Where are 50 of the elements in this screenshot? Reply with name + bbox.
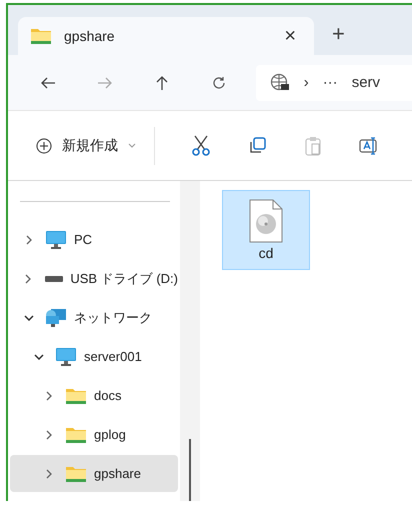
scissors-icon[interactable] [191,134,211,156]
monitor-icon [55,346,77,366]
breadcrumb-separator[interactable]: › [304,74,309,91]
copy-icon[interactable] [248,136,266,154]
plus-circle-icon [36,138,52,154]
folder-icon [30,27,52,45]
tree-item-label: gplog [94,427,126,442]
tree-item[interactable]: gplog [10,416,178,453]
tree-item[interactable]: USB ドライブ (D:) [10,260,178,297]
rename-icon[interactable] [359,136,379,156]
folder-icon [65,426,87,444]
tree-item-label: PC [74,232,92,247]
tree-item-label: ネットワーク [74,308,152,326]
tree-item[interactable]: ネットワーク [10,299,178,336]
tree-item[interactable]: gpshare [10,455,178,492]
tree-item-label: USB ドライブ (D:) [70,270,178,288]
globe-icon [270,72,290,92]
new-tab-button[interactable]: + [328,21,349,47]
monitor-icon [45,230,67,250]
tree-item-label: gpshare [94,466,141,481]
chevron-right-icon[interactable] [46,390,52,400]
chevron-down-icon[interactable] [34,354,44,360]
chevron-right-icon[interactable] [26,234,32,244]
up-arrow-icon[interactable] [155,74,170,90]
tree-item-label: server001 [84,349,142,364]
tree-item[interactable]: PC [10,221,178,258]
breadcrumb-item[interactable]: serv [352,74,380,91]
file-item[interactable]: cd [222,190,310,270]
file-name: cd [258,245,274,261]
new-button[interactable]: 新規作成 [32,130,140,160]
tree-item[interactable]: docs [10,377,178,414]
tree-item-label: docs [94,388,122,403]
tab[interactable]: gpshare × [18,17,314,55]
chevron-down-icon[interactable] [24,314,34,320]
drive-icon [44,274,64,282]
folder-icon [65,386,87,404]
chevron-right-icon[interactable] [46,430,52,440]
scrollbar[interactable] [189,439,191,501]
tree-item[interactable]: server001 [10,338,178,375]
close-tab-button[interactable]: × [280,24,300,48]
back-arrow-icon[interactable] [40,76,56,90]
overflow-button[interactable]: ··· [322,74,338,91]
clipboard-icon[interactable] [305,136,321,156]
network-icon [45,308,67,328]
disc-image-file-icon [249,199,283,243]
caret-icon [128,143,136,148]
chevron-right-icon[interactable] [25,274,32,284]
refresh-icon[interactable] [212,76,226,90]
chevron-right-icon[interactable] [46,468,52,478]
folder-icon [65,464,87,482]
